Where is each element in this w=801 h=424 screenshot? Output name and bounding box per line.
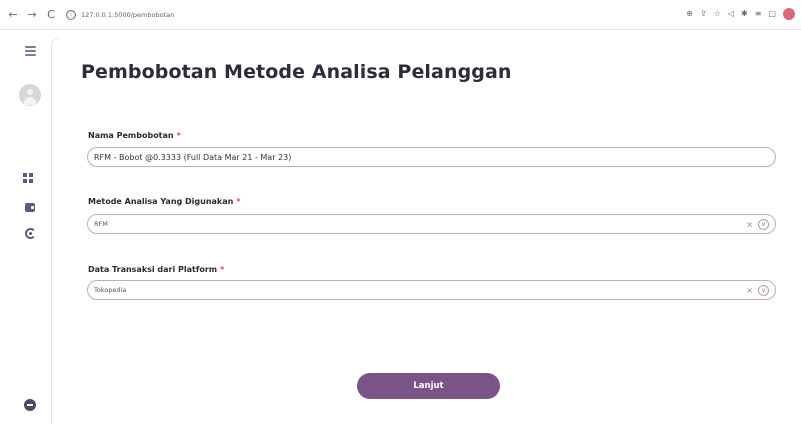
url-text[interactable]: 127.0.0.1:5000/pembobotan [81,11,174,19]
logout-icon[interactable] [23,398,37,412]
share-icon[interactable]: ⇪ [700,8,707,20]
forward-icon[interactable]: → [25,8,39,22]
side-panel-icon[interactable]: ▢ [768,8,776,20]
profile-avatar-icon[interactable] [783,8,795,20]
page-title: Pembobotan Metode Analisa Pelanggan [81,61,512,83]
clear-icon[interactable]: × [746,286,753,296]
platform-select-controls: × v [746,285,769,296]
platform-select[interactable]: Tokopedia × v [87,280,776,300]
content-panel-edge [51,38,59,424]
chevron-down-icon[interactable]: v [758,285,769,296]
browser-toolbar: ← → C ⓘ 127.0.0.1:5000/pembobotan ⊕ ⇪ ☆ … [0,0,801,30]
user-avatar[interactable] [19,84,41,106]
dashboard-icon[interactable] [23,173,33,183]
analysis-icon[interactable] [23,226,37,240]
main-content: Pembobotan Metode Analisa Pelanggan Nama… [60,30,801,424]
site-info-icon[interactable]: ⓘ [66,9,76,20]
clear-icon[interactable]: × [746,220,753,230]
bookmark-star-icon[interactable]: ☆ [714,8,721,20]
lanjut-button[interactable]: Lanjut [357,373,500,399]
nama-pembobotan-label-text: Nama Pembobotan [88,131,174,140]
required-marker: * [220,265,225,274]
required-marker: * [176,131,181,140]
zoom-icon[interactable]: ⊕ [686,8,693,20]
wallet-icon[interactable] [23,200,37,214]
metode-select-controls: × v [746,219,769,230]
nama-pembobotan-value[interactable]: RFM - Bobot @0.3333 (Full Data Mar 21 - … [94,153,291,162]
address-bar[interactable]: ⓘ 127.0.0.1:5000/pembobotan [66,6,174,24]
extensions-icon[interactable]: ✱ [741,8,748,20]
metode-analisa-label-text: Metode Analisa Yang Digunakan [88,197,234,206]
media-icon[interactable]: ◁ [728,8,734,20]
menu-icon[interactable] [23,44,37,58]
required-marker: * [236,197,241,206]
reading-list-icon[interactable]: ≡ [755,8,762,20]
browser-actions: ⊕ ⇪ ☆ ◁ ✱ ≡ ▢ [686,8,795,20]
metode-analisa-label: Metode Analisa Yang Digunakan * [88,197,241,206]
nama-pembobotan-label: Nama Pembobotan * [88,131,181,140]
platform-label-text: Data Transaksi dari Platform [88,265,218,274]
platform-value[interactable]: Tokopedia [94,286,126,294]
metode-analisa-value[interactable]: RFM [94,220,108,228]
nama-pembobotan-input[interactable]: RFM - Bobot @0.3333 (Full Data Mar 21 - … [87,147,776,167]
platform-label: Data Transaksi dari Platform * [88,265,224,274]
reload-icon[interactable]: C [44,8,58,22]
metode-analisa-select[interactable]: RFM × v [87,214,776,234]
chevron-down-icon[interactable]: v [758,219,769,230]
sidebar [0,30,58,424]
back-icon[interactable]: ← [6,8,20,22]
